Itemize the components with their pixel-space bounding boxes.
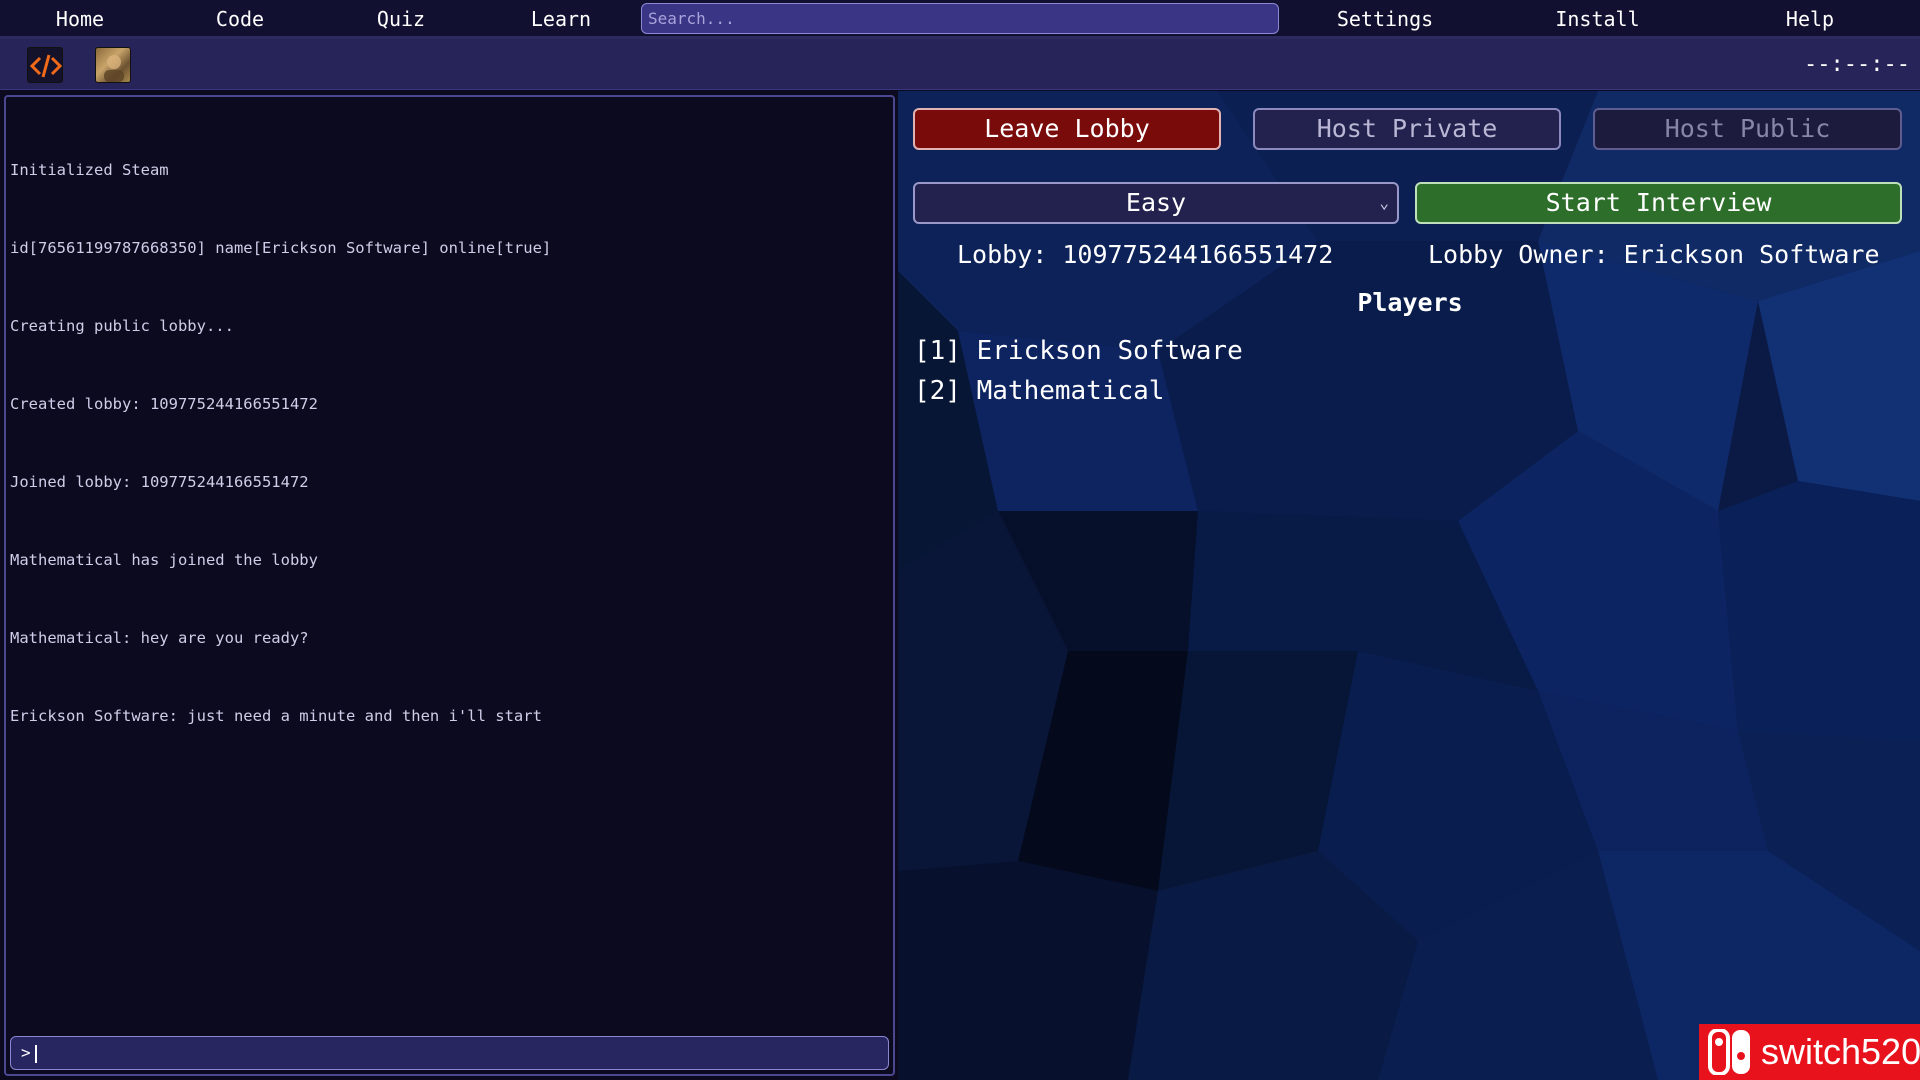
switch-logo-icon	[1708, 1029, 1750, 1075]
difficulty-select[interactable]: Easy ⌄	[913, 182, 1399, 224]
watermark: switch520	[1699, 1024, 1920, 1080]
console-log: Initialized Steam id[76561199787668350] …	[10, 105, 889, 1028]
nav-quiz[interactable]: Quiz	[351, 0, 451, 36]
clock-readout: --:--:--	[1804, 52, 1910, 77]
console-line: Joined lobby: 109775244166551472	[10, 473, 309, 491]
toolbar: --:--:--	[0, 39, 1920, 90]
chevron-down-icon: ⌄	[1379, 193, 1389, 212]
console-line: id[76561199787668350] name[Erickson Soft…	[10, 239, 552, 257]
host-private-button[interactable]: Host Private	[1253, 108, 1561, 150]
host-public-button[interactable]: Host Public	[1593, 108, 1902, 150]
avatar[interactable]	[95, 47, 131, 83]
watermark-text: switch520	[1761, 1031, 1920, 1072]
nav-home[interactable]: Home	[30, 0, 130, 36]
leave-lobby-button[interactable]: Leave Lobby	[913, 108, 1221, 150]
console-prompt: >	[21, 1043, 31, 1062]
console-line: Mathematical has joined the lobby	[10, 551, 318, 569]
console-panel: Initialized Steam id[76561199787668350] …	[4, 95, 895, 1076]
lobby-owner-label: Lobby Owner: Erickson Software	[1428, 240, 1880, 269]
nav-settings[interactable]: Settings	[1320, 0, 1450, 36]
nav-code[interactable]: Code	[190, 0, 290, 36]
difficulty-value: Easy	[1125, 188, 1187, 217]
players-heading: Players	[1357, 288, 1463, 317]
code-brackets-icon[interactable]	[27, 47, 63, 83]
console-line: Creating public lobby...	[10, 317, 234, 335]
console-input[interactable]: >	[10, 1036, 889, 1070]
console-line: Mathematical: hey are you ready?	[10, 629, 309, 647]
start-interview-button[interactable]: Start Interview	[1415, 182, 1902, 224]
console-line: Erickson Software: just need a minute an…	[10, 707, 542, 725]
nav-install[interactable]: Install	[1540, 0, 1655, 36]
console-line: Created lobby: 109775244166551472	[10, 395, 318, 413]
text-caret	[34, 1044, 37, 1063]
nav-help[interactable]: Help	[1760, 0, 1860, 36]
top-nav-bar: Home Code Quiz Learn Settings Install He…	[0, 0, 1920, 39]
nav-learn[interactable]: Learn	[511, 0, 611, 36]
player-list-item: [2] Mathematical	[914, 376, 1165, 406]
search-input[interactable]	[641, 3, 1279, 34]
lobby-id-label: Lobby: 109775244166551472	[957, 240, 1334, 269]
console-line: Initialized Steam	[10, 161, 169, 179]
player-list-item: [1] Erickson Software	[914, 336, 1243, 366]
